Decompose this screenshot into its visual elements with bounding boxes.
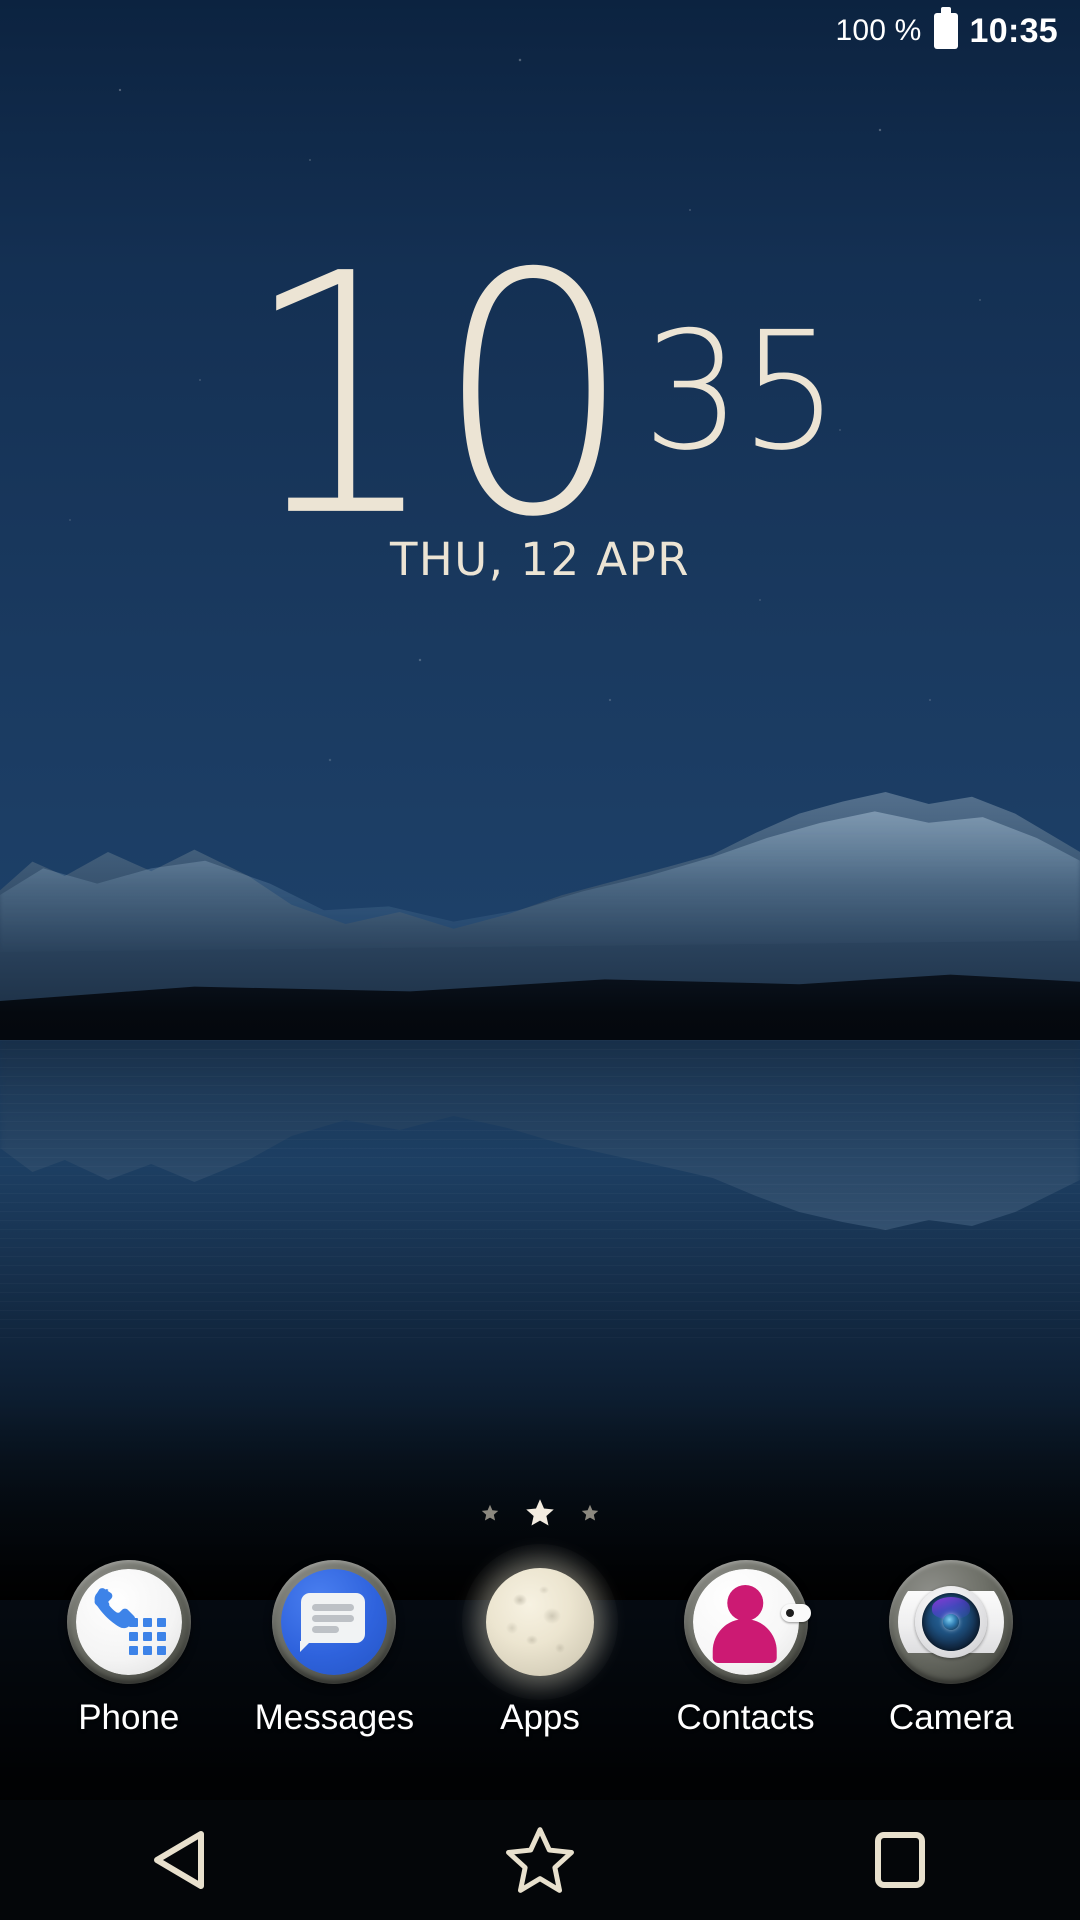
dialpad-glyph xyxy=(128,1618,166,1655)
navigation-bar xyxy=(0,1800,1080,1920)
camera-lens-glass xyxy=(922,1593,981,1651)
moon-body xyxy=(485,1568,594,1676)
speech-bubble-glyph xyxy=(300,1593,366,1652)
status-bar-right-group: 100 % 10:35 xyxy=(835,7,1058,51)
wallpaper-water-sheen xyxy=(0,1040,1080,1340)
back-button[interactable] xyxy=(80,1800,280,1920)
message-bubble-icon[interactable] xyxy=(272,1560,397,1684)
dock-label-apps: Apps xyxy=(500,1698,580,1737)
clock-widget[interactable]: 10 35 THU, 12 APR xyxy=(0,231,1080,586)
dock-item-messages[interactable]: Messages xyxy=(244,1560,424,1738)
dock-label-camera: Camera xyxy=(888,1698,1014,1737)
dock-item-contacts[interactable]: Contacts xyxy=(656,1560,836,1738)
contacts-side-tab xyxy=(780,1604,811,1622)
home-button[interactable] xyxy=(440,1800,640,1920)
square-outline-icon xyxy=(875,1832,925,1888)
icon-face xyxy=(281,1569,388,1675)
dock: Phone Messages Apps Contacts Camera xyxy=(0,1544,1080,1820)
moon-icon[interactable] xyxy=(461,1544,618,1700)
clock-time-row: 10 35 xyxy=(0,231,1080,562)
phone-icon[interactable] xyxy=(66,1560,191,1684)
clock-hour: 10 xyxy=(242,203,632,591)
person-icon[interactable] xyxy=(683,1560,811,1684)
dock-item-phone[interactable]: Phone xyxy=(39,1560,219,1738)
dock-label-messages: Messages xyxy=(254,1698,415,1737)
dock-label-phone: Phone xyxy=(78,1698,180,1737)
battery-full-icon xyxy=(933,7,958,49)
star-outline-icon xyxy=(506,1827,574,1893)
page-indicator-star-1[interactable] xyxy=(481,1504,499,1522)
recents-button[interactable] xyxy=(800,1800,1000,1920)
icon-face xyxy=(692,1569,799,1675)
clock-minute: 35 xyxy=(642,296,839,487)
person-head-glyph xyxy=(726,1585,763,1621)
status-bar[interactable]: 100 % 10:35 xyxy=(0,0,1080,62)
camera-lens-icon[interactable] xyxy=(889,1560,1014,1684)
battery-percent-label: 100 % xyxy=(835,14,922,47)
dock-label-contacts: Contacts xyxy=(676,1698,815,1737)
page-indicator[interactable] xyxy=(0,1498,1080,1528)
triangle-left-icon xyxy=(154,1831,204,1889)
dock-item-apps[interactable]: Apps xyxy=(450,1544,630,1738)
icon-face xyxy=(75,1569,182,1675)
icon-face xyxy=(898,1569,1005,1675)
home-screen: 100 % 10:35 10 35 THU, 12 APR Phone Mess… xyxy=(0,0,1080,1920)
status-bar-clock: 10:35 xyxy=(969,11,1058,50)
camera-lens-ring xyxy=(915,1586,988,1658)
page-indicator-star-2-active[interactable] xyxy=(525,1498,555,1528)
dock-item-camera[interactable]: Camera xyxy=(861,1560,1041,1738)
page-indicator-star-3[interactable] xyxy=(581,1504,599,1522)
